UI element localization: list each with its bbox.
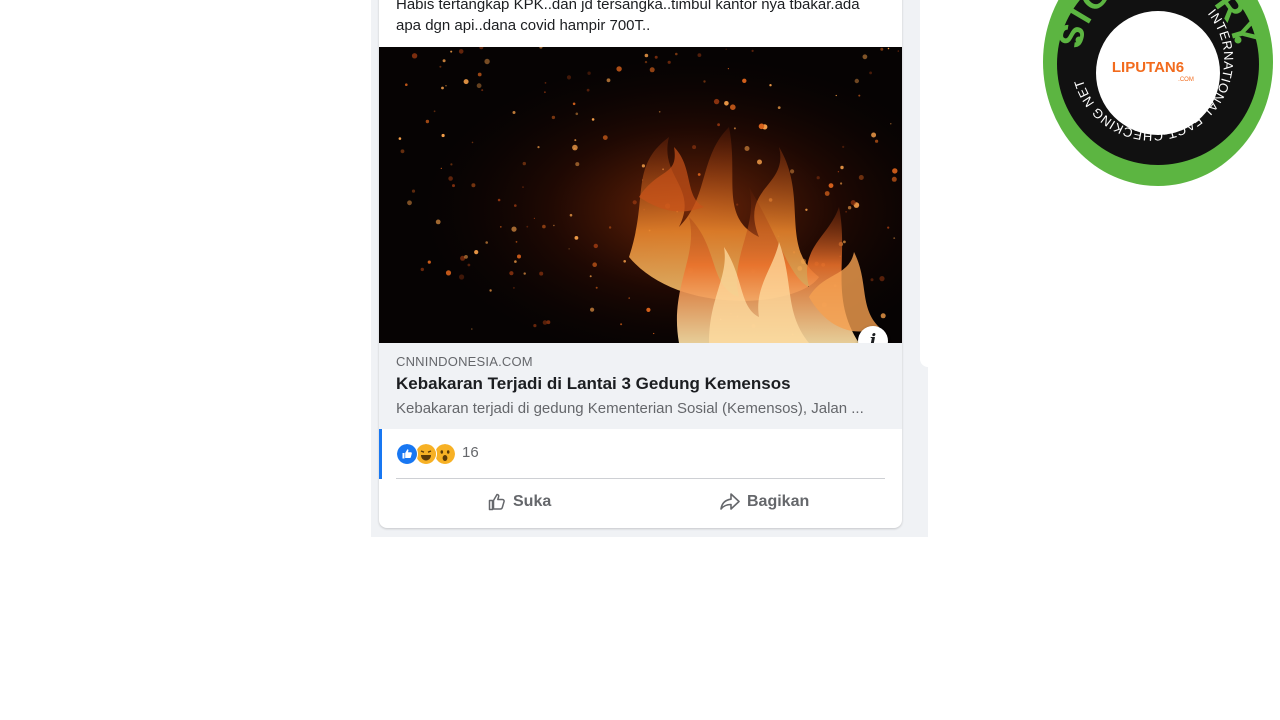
fire-image: [379, 47, 902, 343]
link-domain: CNNINDONESIA.COM: [396, 354, 533, 369]
post-text: Habis tertangkap KPK..dan jd tersangka..…: [396, 0, 860, 34]
share-button[interactable]: Bagikan: [719, 486, 809, 518]
link-description: Kebakaran terjadi di gedung Kementerian …: [396, 400, 864, 417]
like-label: Suka: [513, 493, 552, 510]
divider: [396, 478, 885, 479]
reactions-summary[interactable]: 16: [379, 429, 902, 479]
adjacent-panel-edge: [920, 0, 928, 367]
ifcn-signatory-badge: SIGNATORY INTERNATIONAL FACT-CHECKING NE…: [1042, 0, 1273, 186]
link-title[interactable]: Kebakaran Terjadi di Lantai 3 Gedung Kem…: [396, 374, 791, 394]
facebook-post-card: Habis tertangkap KPK..dan jd tersangka..…: [379, 0, 902, 528]
svg-text:.COM: .COM: [1178, 77, 1194, 83]
link-preview-image[interactable]: [379, 47, 902, 343]
wow-icon: [434, 443, 456, 465]
haha-icon: [415, 443, 437, 465]
reaction-icons[interactable]: [396, 443, 456, 465]
like-button[interactable]: Suka: [487, 486, 551, 518]
thumbs-up-icon: [488, 493, 505, 511]
share-label: Bagikan: [747, 493, 810, 510]
link-preview-meta[interactable]: CNNINDONESIA.COM Kebakaran Terjadi di La…: [379, 343, 902, 429]
focus-accent-bar: [379, 429, 382, 479]
svg-text:LIPUTAN6: LIPUTAN6: [1112, 59, 1184, 76]
reaction-count[interactable]: 16: [462, 444, 479, 461]
share-arrow-icon: [720, 493, 740, 510]
like-icon: [396, 443, 418, 465]
